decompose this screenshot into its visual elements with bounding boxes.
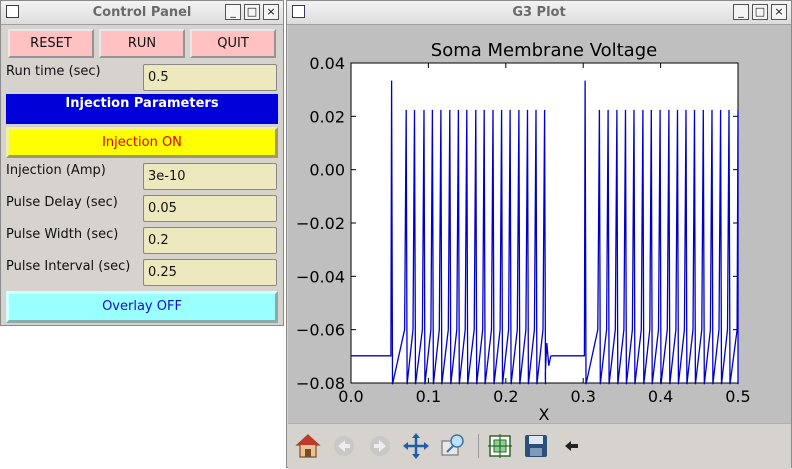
save-icon[interactable] (522, 432, 550, 460)
pulse-width-label: Pulse Width (sec) (6, 227, 119, 242)
y-tick-label: 0.02 (309, 107, 345, 126)
injection-parameters-header: Injection Parameters (6, 94, 278, 124)
injection-amp-input[interactable]: 3e-10 (143, 163, 277, 190)
x-tick-label: 0.4 (648, 387, 673, 406)
minimize-icon[interactable]: _ (225, 4, 241, 20)
run-time-label: Run time (sec) (6, 64, 101, 79)
plot-canvas[interactable]: Soma Membrane Voltage X 0.0 0.1 0.2 0.3 0.4 0… (288, 25, 791, 424)
overlay-toggle-button[interactable]: Overlay OFF (6, 291, 278, 323)
maximize-icon[interactable]: □ (244, 4, 260, 20)
injection-toggle-button[interactable]: Injection ON (6, 127, 278, 158)
window-title: G3 Plot (512, 5, 566, 20)
injection-amp-label: Injection (Amp) (6, 163, 106, 178)
plot-window: G3 Plot _ □ × Soma Membrane Voltage X 0.… (286, 0, 792, 469)
run-time-input[interactable]: 0.5 (143, 64, 277, 91)
maximize-icon[interactable]: □ (752, 4, 768, 20)
control-panel-titlebar[interactable]: Control Panel _ □ × (1, 1, 283, 25)
control-panel-window: Control Panel _ □ × RESET RUN QUIT Run t… (0, 0, 284, 326)
back-icon[interactable] (330, 432, 358, 460)
y-tick-label: −0.04 (296, 267, 345, 286)
reset-button[interactable]: RESET (8, 29, 94, 58)
minimize-icon[interactable]: _ (733, 4, 749, 20)
y-tick-label: −0.02 (296, 214, 345, 233)
pulse-interval-label: Pulse Interval (sec) (6, 259, 131, 274)
toolbar-separator (478, 434, 479, 458)
pulse-width-input[interactable]: 0.2 (143, 227, 277, 254)
y-tick-label: 0.00 (309, 161, 345, 180)
forward-icon[interactable] (366, 432, 394, 460)
plot-window-titlebar[interactable]: G3 Plot _ □ × (287, 1, 791, 25)
x-tick-label: 0.1 (416, 387, 441, 406)
x-tick-label: 0.2 (493, 387, 518, 406)
voltage-chart: Soma Membrane Voltage X 0.0 0.1 0.2 0.3 0.4 0… (296, 40, 751, 424)
pan-icon[interactable] (402, 432, 430, 460)
cursor-icon[interactable] (558, 432, 586, 460)
pulse-delay-input[interactable]: 0.05 (143, 195, 277, 222)
quit-button[interactable]: QUIT (190, 29, 276, 58)
plot-toolbar (288, 423, 791, 469)
close-icon[interactable]: × (771, 4, 787, 20)
home-icon[interactable] (294, 432, 322, 460)
x-tick-label: 0.5 (725, 387, 750, 406)
pulse-delay-label: Pulse Delay (sec) (6, 195, 118, 210)
y-tick-label: −0.08 (296, 374, 345, 393)
run-button[interactable]: RUN (99, 29, 185, 58)
pulse-interval-input[interactable]: 0.25 (143, 259, 277, 286)
close-icon[interactable]: × (263, 4, 279, 20)
x-tick-label: 0.3 (570, 387, 595, 406)
zoom-icon[interactable] (438, 432, 466, 460)
chart-title: Soma Membrane Voltage (431, 40, 657, 61)
y-tick-label: 0.04 (309, 54, 345, 73)
x-axis-label: X (539, 405, 550, 423)
y-tick-label: −0.06 (296, 321, 345, 340)
configure-icon[interactable] (486, 432, 514, 460)
